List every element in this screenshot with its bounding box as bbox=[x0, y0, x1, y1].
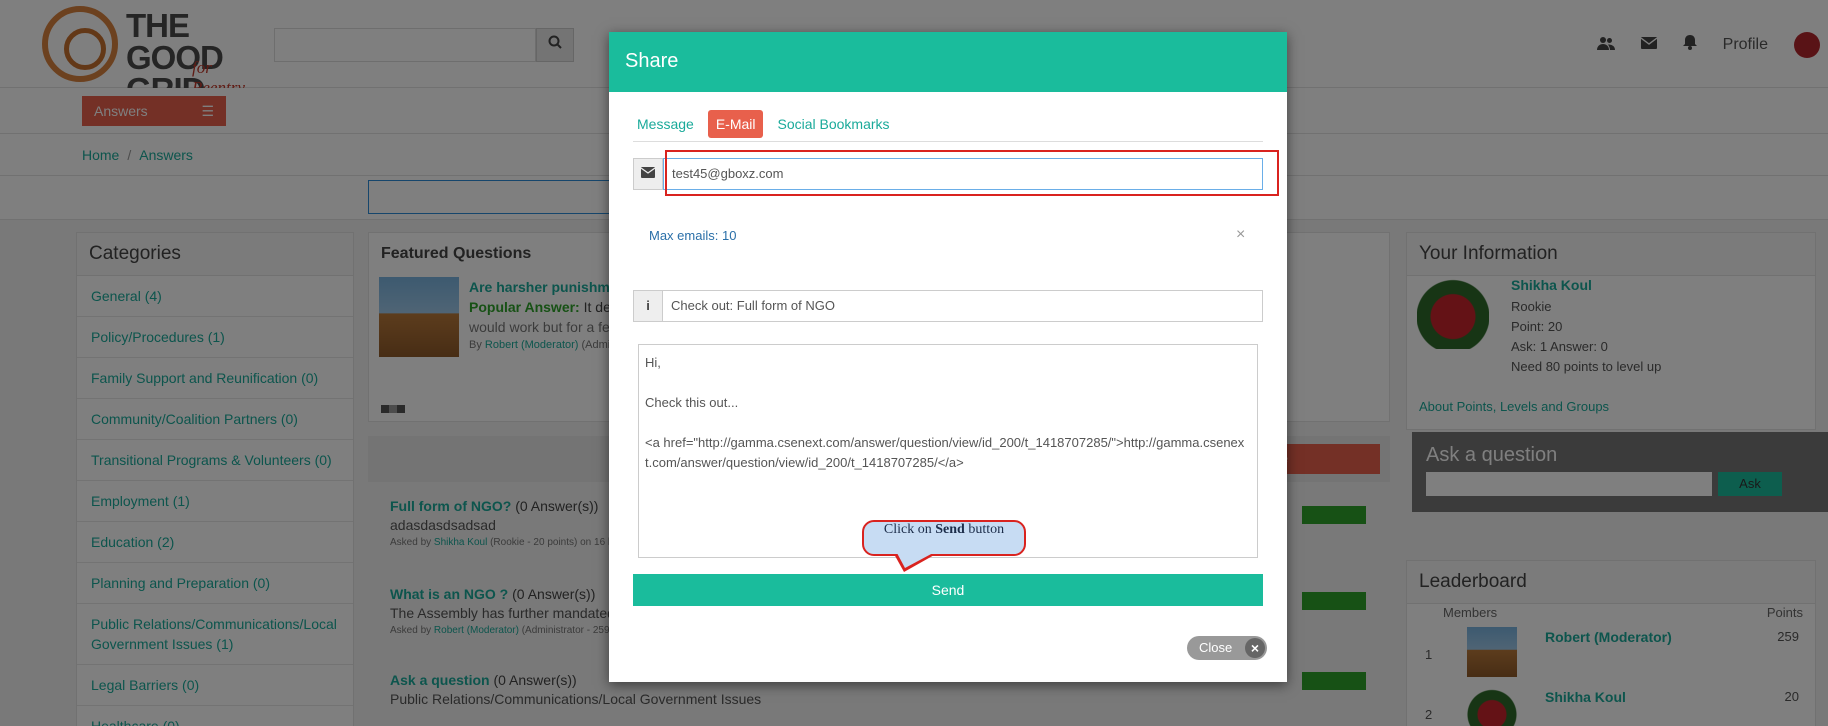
tab-email[interactable]: E-Mail bbox=[707, 110, 764, 138]
tab-social-bookmarks[interactable]: Social Bookmarks bbox=[773, 110, 893, 138]
email-highlight-box bbox=[665, 150, 1279, 196]
info-icon: i bbox=[633, 290, 663, 322]
max-emails-note: Max emails: 10 bbox=[649, 228, 737, 243]
subject-field[interactable]: Check out: Full form of NGO bbox=[663, 290, 1263, 322]
close-icon: × bbox=[1245, 638, 1265, 658]
envelope-icon bbox=[633, 158, 663, 190]
subject-row: i Check out: Full form of NGO bbox=[633, 290, 1263, 322]
send-button[interactable]: Send bbox=[633, 574, 1263, 606]
dialog-title: Share bbox=[609, 32, 1287, 92]
close-label: Close bbox=[1199, 640, 1233, 655]
close-button[interactable]: Close × bbox=[1187, 636, 1267, 660]
instruction-callout: Click on Send button bbox=[862, 520, 1026, 556]
share-tabs: Message E-Mail Social Bookmarks bbox=[633, 110, 1263, 142]
tab-message[interactable]: Message bbox=[633, 110, 698, 138]
close-icon[interactable]: × bbox=[1236, 226, 1245, 244]
callout-tail-fill bbox=[897, 553, 933, 568]
share-dialog: Share Message E-Mail Social Bookmarks te… bbox=[609, 32, 1287, 682]
